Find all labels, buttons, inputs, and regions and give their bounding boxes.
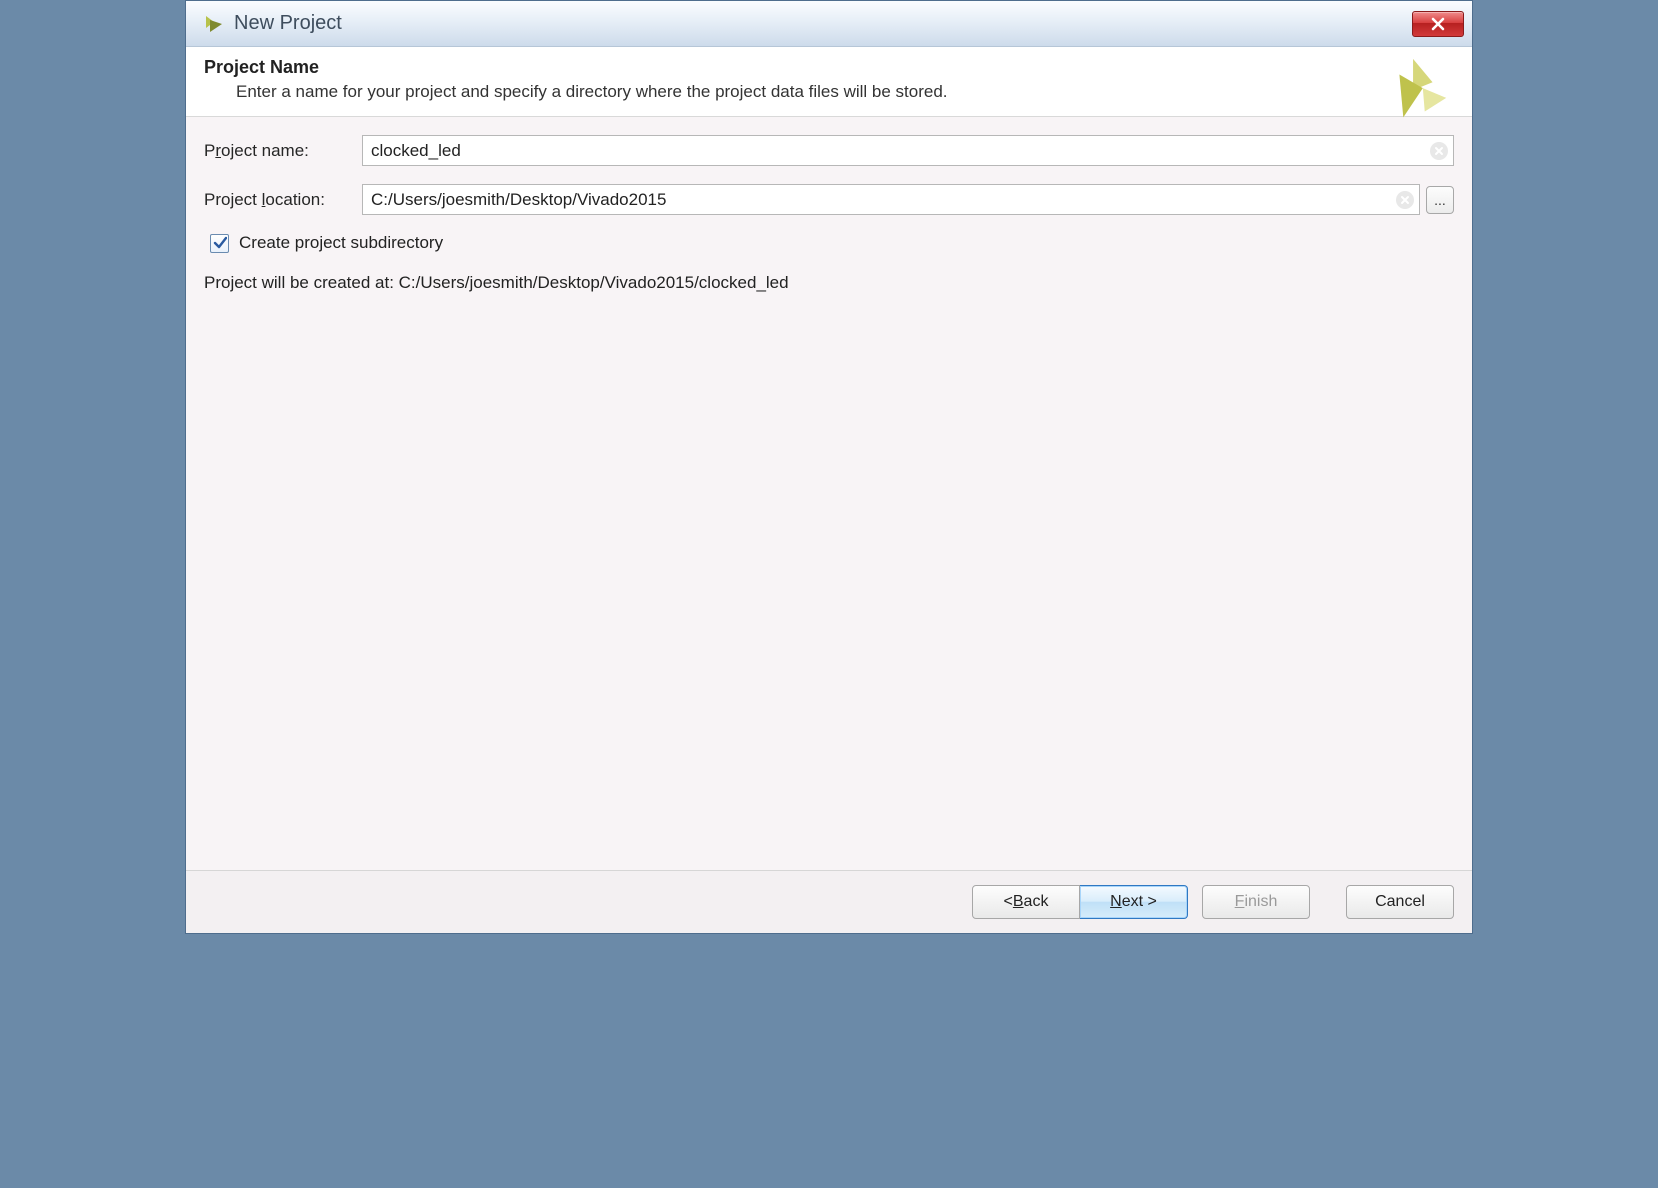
create-subdir-label: Create project subdirectory bbox=[239, 233, 443, 253]
titlebar[interactable]: New Project bbox=[186, 1, 1472, 47]
project-location-input[interactable] bbox=[362, 184, 1420, 215]
dialog-window: New Project Project Name Enter a name fo… bbox=[185, 0, 1473, 934]
page-description: Enter a name for your project and specif… bbox=[236, 82, 1196, 102]
project-location-row: Project location: ... bbox=[204, 184, 1454, 215]
project-name-label: Project name: bbox=[204, 141, 362, 161]
project-name-input[interactable] bbox=[362, 135, 1454, 166]
clear-location-icon[interactable] bbox=[1396, 191, 1414, 209]
wizard-header: Project Name Enter a name for your proje… bbox=[186, 47, 1472, 117]
project-name-row: Project name: bbox=[204, 135, 1454, 166]
finish-button: Finish bbox=[1202, 885, 1310, 919]
page-title: Project Name bbox=[204, 57, 1454, 78]
close-button[interactable] bbox=[1412, 11, 1464, 37]
wizard-footer: < Back Next > Finish Cancel bbox=[186, 871, 1472, 933]
back-button[interactable]: < Back bbox=[972, 885, 1080, 919]
create-subdir-row: Create project subdirectory bbox=[210, 233, 1454, 253]
project-location-label: Project location: bbox=[204, 190, 362, 210]
create-subdir-checkbox[interactable] bbox=[210, 234, 229, 253]
project-path-status: Project will be created at: C:/Users/joe… bbox=[204, 273, 1454, 293]
wizard-content: Project name: Project location: bbox=[186, 117, 1472, 871]
browse-location-button[interactable]: ... bbox=[1426, 186, 1454, 214]
cancel-button[interactable]: Cancel bbox=[1346, 885, 1454, 919]
next-button[interactable]: Next > bbox=[1080, 885, 1188, 919]
clear-name-icon[interactable] bbox=[1430, 142, 1448, 160]
xilinx-brand-icon bbox=[1376, 55, 1454, 133]
window-title: New Project bbox=[234, 12, 1412, 35]
app-icon bbox=[200, 12, 224, 36]
